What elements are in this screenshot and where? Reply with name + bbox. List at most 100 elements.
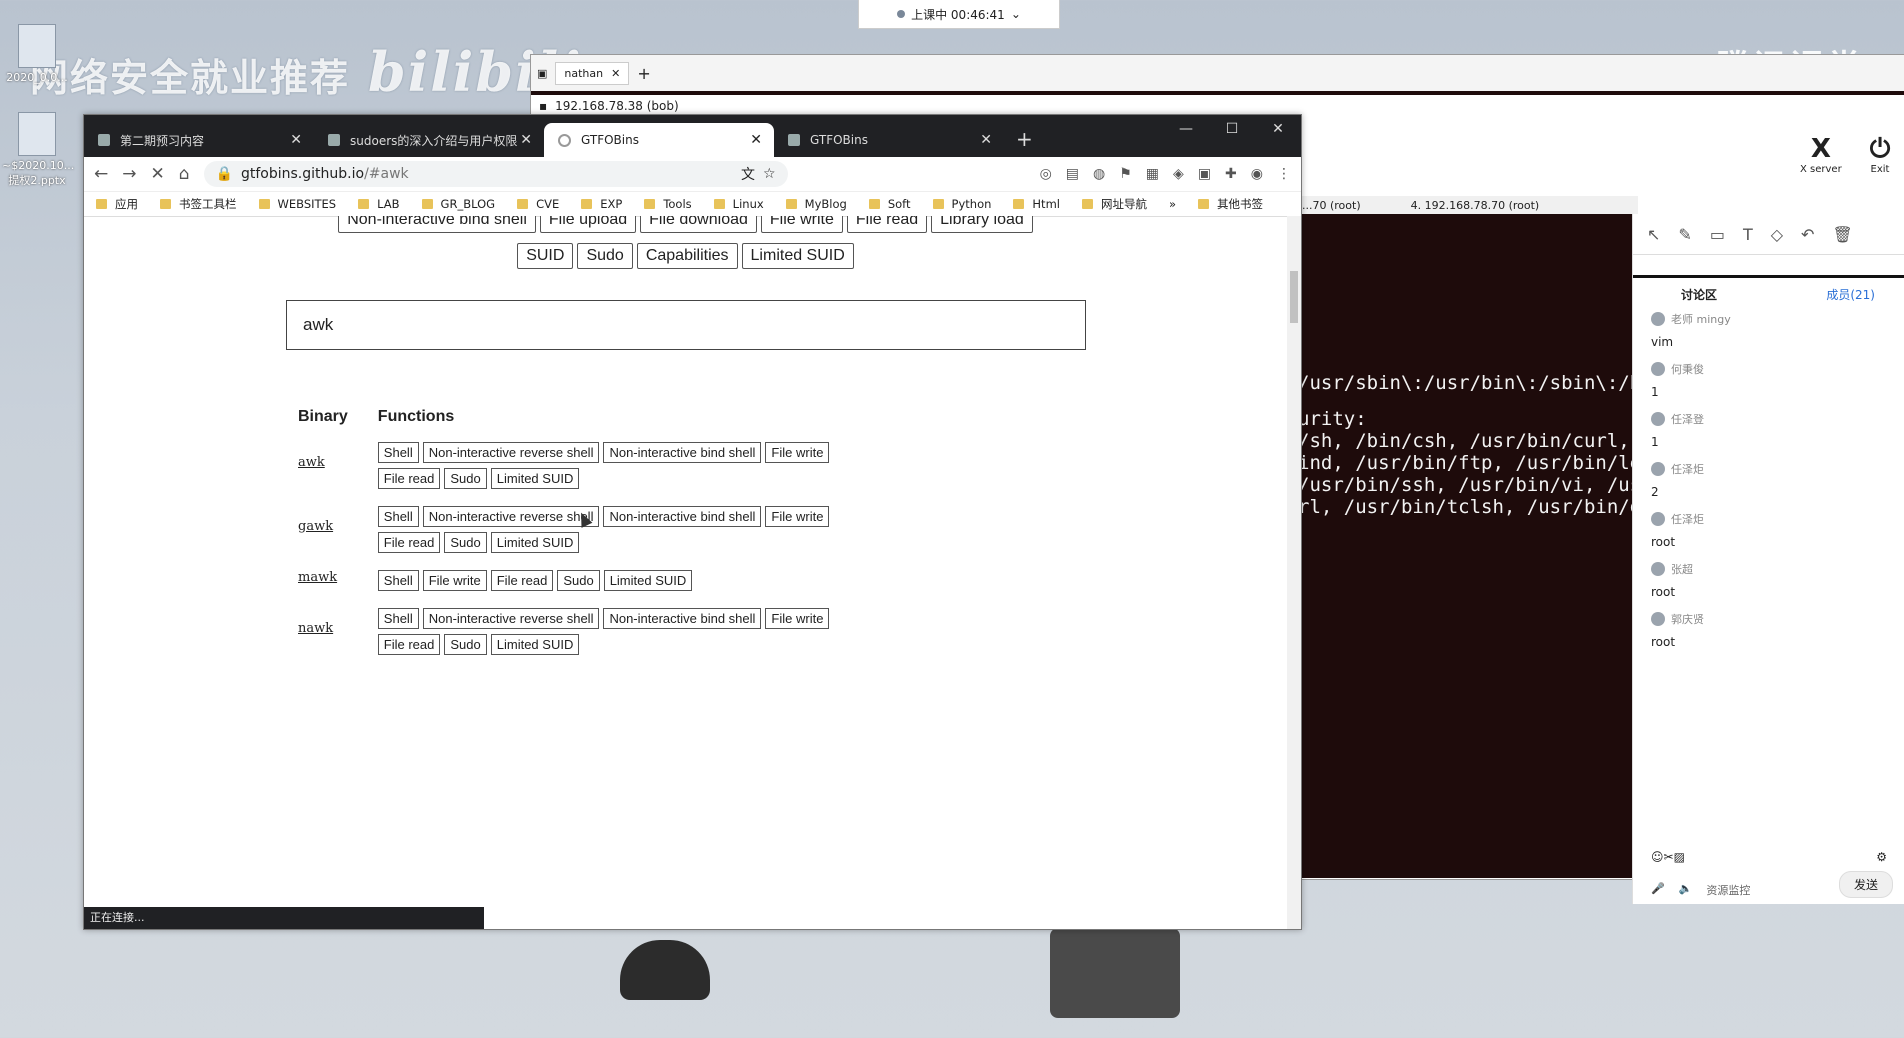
- function-link[interactable]: Sudo: [444, 468, 487, 489]
- function-link[interactable]: Shell: [377, 570, 419, 591]
- filter-button[interactable]: Capabilities: [636, 243, 738, 269]
- extension-icon[interactable]: ▦: [1146, 166, 1159, 182]
- bookmark-item[interactable]: 书签工具栏: [160, 196, 237, 212]
- bookmark-item[interactable]: GR_BLOG: [421, 197, 495, 211]
- pen-icon[interactable]: ✎: [1678, 225, 1691, 244]
- page-scrollbar[interactable]: [1287, 216, 1301, 929]
- bookmark-item[interactable]: »: [1169, 197, 1176, 211]
- desktop-icon-ppt[interactable]: 2020_0.0...: [2, 24, 72, 84]
- function-link[interactable]: File write: [765, 608, 830, 629]
- add-tab-icon[interactable]: +: [637, 64, 650, 83]
- url-input[interactable]: 🔒 gtfobins.github.io/#awk 文 ☆: [203, 161, 788, 187]
- bookmark-item[interactable]: Html: [1013, 197, 1060, 211]
- back-icon[interactable]: ←: [94, 164, 108, 184]
- session-tab[interactable]: 4. 192.168.78.70 (root): [1411, 199, 1540, 212]
- xserver-button[interactable]: XX server: [1800, 134, 1842, 184]
- session-tab[interactable]: ...70 (root): [1302, 199, 1361, 212]
- text-icon[interactable]: T: [1743, 225, 1753, 244]
- bookmark-item[interactable]: Soft: [868, 197, 911, 211]
- function-link[interactable]: File write: [422, 570, 487, 591]
- bookmark-item[interactable]: CVE: [517, 197, 559, 211]
- star-icon[interactable]: ☆: [763, 166, 776, 182]
- filter-button[interactable]: File upload: [539, 216, 637, 233]
- speaker-icon[interactable]: 🔈: [1679, 882, 1693, 898]
- binary-link[interactable]: mawk: [298, 570, 337, 585]
- function-link[interactable]: File read: [377, 634, 441, 655]
- filter-button[interactable]: Limited SUID: [741, 243, 854, 269]
- function-link[interactable]: Non-interactive reverse shell: [422, 442, 600, 463]
- filter-button[interactable]: Non-interactive bind shell: [338, 216, 536, 233]
- close-icon[interactable]: ✕: [611, 67, 620, 80]
- function-link[interactable]: Limited SUID: [490, 634, 580, 655]
- bookmark-item[interactable]: 网址导航: [1081, 196, 1147, 212]
- class-timer[interactable]: 上课中 00:46:41 ⌄: [858, 0, 1060, 29]
- binary-link[interactable]: gawk: [298, 519, 333, 534]
- close-window-icon[interactable]: ✕: [1255, 115, 1301, 143]
- filter-button[interactable]: Library load: [931, 216, 1033, 233]
- profile-icon[interactable]: ◉: [1251, 166, 1263, 182]
- function-link[interactable]: Limited SUID: [603, 570, 693, 591]
- tab-discussion[interactable]: 讨论区: [1681, 286, 1717, 305]
- browser-tab[interactable]: GTFOBins ✕: [774, 123, 1004, 157]
- menu-icon[interactable]: ⋮: [1277, 166, 1291, 182]
- filter-button[interactable]: Sudo: [577, 243, 633, 269]
- extension-icon[interactable]: ▤: [1066, 166, 1079, 182]
- resource-monitor[interactable]: 资源监控: [1706, 882, 1750, 898]
- undo-icon[interactable]: ↶: [1801, 225, 1814, 244]
- function-link[interactable]: Shell: [377, 608, 419, 629]
- rectangle-icon[interactable]: ▭: [1710, 225, 1725, 244]
- filter-button[interactable]: File read: [846, 216, 928, 233]
- minimize-icon[interactable]: —: [1163, 115, 1209, 143]
- browser-tab[interactable]: sudoers的深入介绍与用户权限 ✕: [314, 123, 544, 157]
- function-link[interactable]: Limited SUID: [490, 532, 580, 553]
- function-link[interactable]: Non-interactive bind shell: [603, 506, 762, 527]
- close-icon[interactable]: ✕: [290, 132, 302, 148]
- extension-icon[interactable]: ▣: [1198, 166, 1211, 182]
- bookmark-item[interactable]: 其他书签: [1198, 196, 1263, 212]
- tab-members[interactable]: 成员(21): [1826, 286, 1875, 305]
- bookmark-item[interactable]: LAB: [358, 197, 400, 211]
- bookmark-item[interactable]: MyBlog: [785, 197, 847, 211]
- trash-icon[interactable]: 🗑: [1832, 225, 1852, 244]
- filter-button[interactable]: File write: [760, 216, 843, 233]
- eraser-icon[interactable]: ◇: [1771, 225, 1783, 244]
- maximize-icon[interactable]: ☐: [1209, 115, 1255, 143]
- close-icon[interactable]: ✕: [750, 132, 762, 148]
- function-link[interactable]: Non-interactive reverse shell: [422, 608, 600, 629]
- function-link[interactable]: Limited SUID: [490, 468, 580, 489]
- stop-icon[interactable]: ✕: [151, 164, 165, 184]
- filter-button[interactable]: SUID: [517, 243, 574, 269]
- function-link[interactable]: Non-interactive reverse shell: [422, 506, 600, 527]
- function-link[interactable]: Non-interactive bind shell: [603, 442, 762, 463]
- browser-tab[interactable]: 第二期预习内容 ✕: [84, 123, 314, 157]
- function-link[interactable]: Sudo: [444, 532, 487, 553]
- bookmark-item[interactable]: EXP: [581, 197, 622, 211]
- search-input[interactable]: awk: [286, 300, 1086, 350]
- function-link[interactable]: Shell: [377, 442, 419, 463]
- new-tab-icon[interactable]: +: [1004, 127, 1045, 157]
- extension-icon[interactable]: ◈: [1173, 166, 1184, 182]
- function-link[interactable]: Sudo: [444, 634, 487, 655]
- function-link[interactable]: File read: [377, 532, 441, 553]
- close-icon[interactable]: ✕: [520, 132, 532, 148]
- bookmark-item[interactable]: Tools: [644, 197, 692, 211]
- scrollbar-thumb[interactable]: [1290, 271, 1298, 323]
- emoji-icon[interactable]: ☺: [1651, 850, 1664, 864]
- function-link[interactable]: File read: [490, 570, 554, 591]
- send-button[interactable]: 发送: [1838, 871, 1893, 898]
- puzzle-icon[interactable]: ✚: [1225, 166, 1237, 182]
- extension-icon[interactable]: ◍: [1093, 166, 1105, 182]
- settings-icon[interactable]: ⚙: [1876, 850, 1887, 864]
- function-link[interactable]: Non-interactive bind shell: [603, 608, 762, 629]
- browser-tab-active[interactable]: GTFOBins ✕: [544, 123, 774, 157]
- image-icon[interactable]: ▨: [1674, 850, 1685, 864]
- function-link[interactable]: File write: [765, 506, 830, 527]
- translate-icon[interactable]: 文: [741, 164, 755, 184]
- scissors-icon[interactable]: ✂: [1664, 850, 1674, 864]
- bookmark-item[interactable]: WEBSITES: [258, 197, 336, 211]
- bookmark-item[interactable]: 应用: [96, 196, 138, 212]
- function-link[interactable]: File read: [377, 468, 441, 489]
- close-icon[interactable]: ✕: [980, 132, 992, 148]
- extension-icon[interactable]: ◎: [1040, 166, 1052, 182]
- home-icon[interactable]: ⌂: [179, 164, 190, 184]
